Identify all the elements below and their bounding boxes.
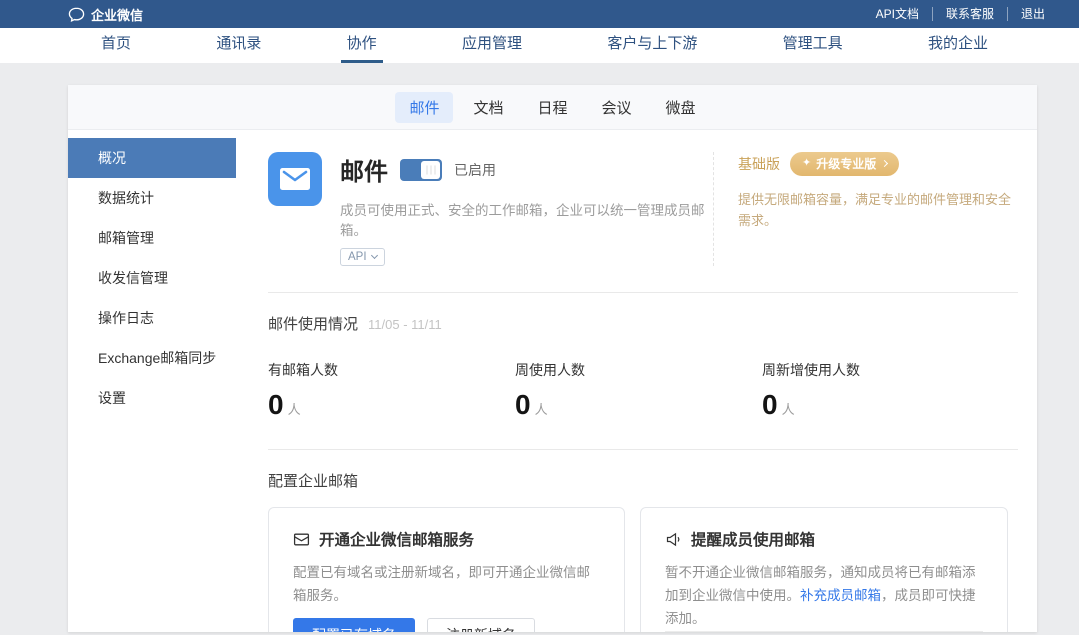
stat-label: 周新增使用人数	[762, 360, 1009, 380]
usage-section-title: 邮件使用情况	[268, 313, 358, 334]
nav-tab-collaboration[interactable]: 协作	[341, 28, 383, 63]
mail-app-summary: 邮件 已启用 成员可使用正式、安全的工作邮箱，企业可以统一管理成员邮箱。 API	[268, 152, 713, 266]
envelope-outline-icon	[293, 531, 310, 548]
stat-label: 有邮箱人数	[268, 360, 515, 380]
sidebar-item-mailbox-management[interactable]: 邮箱管理	[68, 218, 236, 258]
api-dropdown-tag[interactable]: API	[340, 248, 385, 266]
upgrade-pro-label: 升级专业版	[816, 155, 876, 172]
card-title: 开通企业微信邮箱服务	[319, 528, 474, 550]
mail-app-header: 邮件 已启用 成员可使用正式、安全的工作邮箱，企业可以统一管理成员邮箱。 API	[268, 130, 1018, 293]
stat-mailbox-users: 有邮箱人数 0 人	[268, 360, 515, 421]
main-content: 邮件 已启用 成员可使用正式、安全的工作邮箱，企业可以统一管理成员邮箱。 API	[236, 130, 1037, 632]
page-background: 邮件 文档 日程 会议 微盘 概况 数据统计 邮箱管理 收发信管理 操作日志 E…	[0, 63, 1079, 632]
edition-badge: 基础版	[738, 154, 780, 174]
config-section-title: 配置企业邮箱	[268, 470, 1018, 491]
page-title: 邮件	[340, 152, 388, 187]
stat-unit: 人	[288, 399, 301, 418]
sidebar-item-send-receive-management[interactable]: 收发信管理	[68, 258, 236, 298]
chevron-right-icon	[881, 160, 888, 167]
stat-unit: 人	[535, 399, 548, 418]
stat-weekly-active-users: 周使用人数 0 人	[515, 360, 762, 421]
logo-text: 企业微信	[91, 5, 143, 24]
usage-date-range: 11/05 - 11/11	[368, 317, 442, 332]
sidebar-item-settings[interactable]: 设置	[68, 378, 236, 418]
card-description: 暂不开通企业微信邮箱服务，通知成员将已有邮箱添加到企业微信中使用。补充成员邮箱，…	[665, 562, 983, 631]
nav-tab-home[interactable]: 首页	[95, 28, 137, 63]
mail-usage-section: 邮件使用情况 11/05 - 11/11 有邮箱人数 0 人	[268, 293, 1018, 450]
open-mail-service-card: 开通企业微信邮箱服务 配置已有域名或注册新域名，即可开通企业微信邮箱服务。 配置…	[268, 507, 625, 632]
stat-value: 0	[268, 389, 284, 421]
topbar-links: API文档 联系客服 退出	[863, 7, 1049, 21]
remind-members-card: 提醒成员使用邮箱 暂不开通企业微信邮箱服务，通知成员将已有邮箱添加到企业微信中使…	[640, 507, 1008, 632]
subtab-mail[interactable]: 邮件	[395, 92, 453, 123]
configure-mailbox-section: 配置企业邮箱 开通企	[268, 450, 1018, 632]
configure-existing-domain-button[interactable]: 配置已有域名	[293, 618, 415, 632]
stat-label: 周使用人数	[515, 360, 762, 380]
sidebar-item-overview[interactable]: 概况	[68, 138, 236, 178]
wecom-logo[interactable]: 企业微信	[68, 5, 143, 24]
megaphone-icon	[665, 531, 682, 548]
topbar: 企业微信 API文档 联系客服 退出	[0, 0, 1079, 28]
nav-tab-app-management[interactable]: 应用管理	[456, 28, 528, 63]
wecom-admin-screen: 企业微信 API文档 联系客服 退出 首页 通讯录 协作 应用管理 客户与上下游…	[0, 0, 1079, 635]
stat-unit: 人	[782, 399, 795, 418]
nav-tab-admin-tools[interactable]: 管理工具	[777, 28, 849, 63]
nav-tab-my-company[interactable]: 我的企业	[922, 28, 994, 63]
upgrade-pro-button[interactable]: ✦ 升级专业版	[790, 152, 899, 176]
stat-weekly-new-users: 周新增使用人数 0 人	[762, 360, 1009, 421]
subtab-drive[interactable]: 微盘	[652, 92, 710, 123]
chat-bubble-icon	[68, 7, 85, 22]
toggle-knob	[421, 161, 440, 179]
topbar-link-api-docs[interactable]: API文档	[863, 7, 932, 21]
stat-value: 0	[762, 389, 778, 421]
mail-app-description: 成员可使用正式、安全的工作邮箱，企业可以统一管理成员邮箱。	[340, 199, 713, 239]
topbar-link-contact-support[interactable]: 联系客服	[932, 7, 1007, 21]
topbar-link-logout[interactable]: 退出	[1007, 7, 1049, 21]
pro-star-icon: ✦	[802, 158, 811, 169]
content-panel: 邮件 文档 日程 会议 微盘 概况 数据统计 邮箱管理 收发信管理 操作日志 E…	[68, 85, 1037, 632]
subtab-schedule[interactable]: 日程	[523, 92, 581, 123]
card-description: 配置已有域名或注册新域名，即可开通企业微信邮箱服务。	[293, 562, 600, 608]
enabled-status-label: 已启用	[454, 160, 496, 180]
mail-app-icon	[268, 152, 322, 206]
sidebar-item-operation-logs[interactable]: 操作日志	[68, 298, 236, 338]
sidebar-item-exchange-sync[interactable]: Exchange邮箱同步	[68, 338, 236, 378]
nav-tab-contacts[interactable]: 通讯录	[210, 28, 267, 63]
api-tag-label: API	[348, 251, 367, 263]
subtab-docs[interactable]: 文档	[459, 92, 517, 123]
nav-tab-customers-updownstream[interactable]: 客户与上下游	[601, 28, 703, 63]
mail-enabled-toggle[interactable]	[400, 159, 442, 181]
edition-panel: 基础版 ✦ 升级专业版 提供无限邮箱容量，满足专业的邮件管理和安全需求。	[713, 152, 1018, 266]
edition-description: 提供无限邮箱容量，满足专业的邮件管理和安全需求。	[738, 189, 1018, 232]
supplement-member-mailbox-link[interactable]: 补充成员邮箱	[800, 588, 881, 603]
register-new-domain-button[interactable]: 注册新域名	[427, 618, 535, 632]
stat-value: 0	[515, 389, 531, 421]
card-title: 提醒成员使用邮箱	[691, 528, 815, 550]
sidebar-item-statistics[interactable]: 数据统计	[68, 178, 236, 218]
chevron-down-icon	[371, 252, 378, 259]
main-nav: 首页 通讯录 协作 应用管理 客户与上下游 管理工具 我的企业	[0, 28, 1079, 63]
sidebar: 概况 数据统计 邮箱管理 收发信管理 操作日志 Exchange邮箱同步 设置	[68, 130, 236, 632]
subtab-meeting[interactable]: 会议	[588, 92, 646, 123]
collaboration-subtabs: 邮件 文档 日程 会议 微盘	[68, 85, 1037, 130]
envelope-icon	[280, 167, 310, 191]
